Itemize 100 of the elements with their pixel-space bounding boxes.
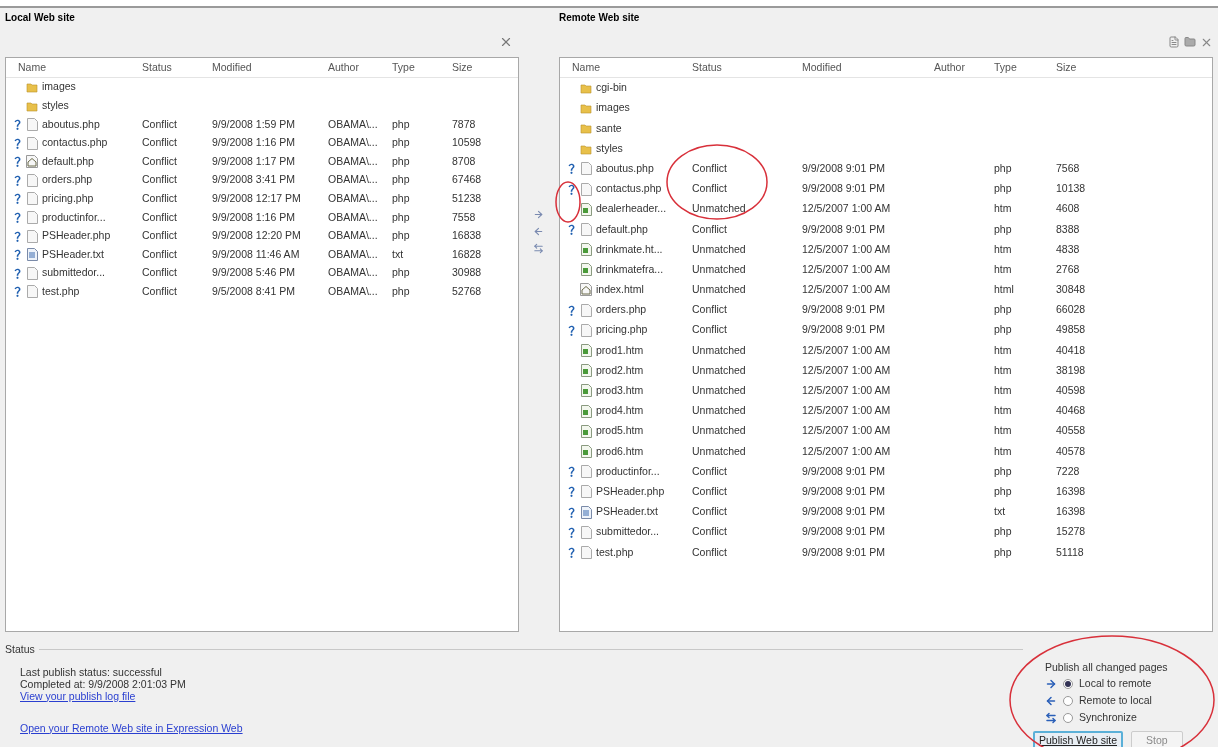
file-size: 30848 [1056,283,1086,296]
file-name[interactable]: styles [40,98,142,114]
file-size: 40598 [1056,384,1086,397]
file-status: Unmatched [692,343,746,356]
web-page-icon [580,243,592,257]
file-name[interactable]: test.php [594,544,692,561]
file-icon [26,118,38,131]
file-type: htm [994,262,1012,275]
file-status: Conflict [142,247,177,260]
file-status: Conflict [142,266,177,279]
file-name[interactable]: index.html [594,282,692,298]
file-status: Unmatched [692,384,746,397]
file-name[interactable]: dealerheader... [594,201,692,218]
column-header[interactable]: Author [934,59,994,76]
file-name[interactable]: prod6.htm [594,443,692,460]
file-name[interactable]: productinfor... [40,209,142,226]
file-size: 51238 [452,192,482,204]
open-site-link[interactable]: Open your Remote Web site in Expression Web [20,721,243,734]
radio-button[interactable] [1063,696,1073,707]
file-name[interactable]: cgi-bin [594,80,692,96]
log-file-link[interactable]: View your publish log file [20,689,136,702]
file-size: 40578 [1056,444,1086,457]
file-name[interactable]: pricing.php [594,322,692,339]
column-header[interactable]: Size [452,59,502,76]
radio-label[interactable]: Synchronize [1079,710,1137,727]
file-type: htm [994,404,1012,417]
file-name[interactable]: orders.php [40,172,142,189]
text-file-icon [580,505,592,519]
file-size: 40468 [1056,404,1086,417]
file-name[interactable]: images [40,79,142,96]
file-type: php [392,266,410,279]
file-name[interactable]: pricing.php [40,191,142,207]
file-size: 7558 [452,210,476,223]
file-name[interactable]: drinkmatefra... [594,261,692,278]
file-name[interactable]: orders.php [594,302,692,319]
action-button[interactable]: Publish Web site [1033,730,1123,747]
file-name[interactable]: submittedor... [594,524,692,541]
file-name[interactable]: aboutus.php [594,160,692,177]
radio-button[interactable] [1063,713,1073,724]
modified-date: 12/5/2007 1:00 AM [802,202,891,215]
right-arrow-icon[interactable] [532,208,544,220]
file-name[interactable]: default.php [40,153,142,170]
column-header[interactable]: Name [572,59,692,76]
sync-icon[interactable] [532,242,544,254]
column-header[interactable]: Author [328,59,392,76]
file-name[interactable]: prod2.htm [594,362,692,379]
file-name[interactable]: submittedor... [40,265,142,282]
column-header[interactable]: Type [994,59,1056,76]
file-name[interactable]: contactus.php [594,181,692,197]
web-page-icon [580,202,592,216]
column-header[interactable]: Size [1056,59,1116,76]
modified-date: 9/5/2008 8:41 PM [212,284,295,297]
file-name[interactable]: productinfor... [594,463,692,480]
column-header[interactable]: Status [142,59,212,76]
file-name[interactable]: PSHeader.txt [594,504,692,520]
column-header[interactable]: Modified [212,59,328,76]
modified-date: 9/9/2008 9:01 PM [802,464,885,477]
column-header[interactable]: Status [692,59,802,76]
file-size: 51118 [1056,545,1084,558]
file-type: htm [994,363,1012,376]
column-header[interactable]: Modified [802,59,934,76]
column-header[interactable]: Name [18,59,142,76]
file-name[interactable]: prod3.htm [594,383,692,399]
folder-icon[interactable] [1184,36,1196,48]
modified-date: 9/9/2008 9:01 PM [802,161,885,174]
folder-icon [580,82,592,95]
file-name[interactable]: PSHeader.php [40,228,142,244]
panel-title: Local Web site [5,11,76,25]
file-name[interactable]: PSHeader.txt [40,246,142,263]
file-status: Unmatched [692,444,746,457]
left-arrow-icon[interactable] [532,225,544,237]
close-icon[interactable] [499,35,513,49]
file-icon [580,222,592,236]
file-name[interactable]: images [594,100,692,117]
file-name[interactable]: prod5.htm [594,423,692,440]
radio-button[interactable] [1063,679,1073,690]
file-name[interactable]: drinkmate.ht... [594,241,692,258]
file-status: Conflict [692,484,727,497]
new-page-icon[interactable] [1168,36,1180,48]
file-name[interactable]: aboutus.php [40,116,142,133]
file-name[interactable]: prod4.htm [594,403,692,419]
file-size: 7568 [1056,161,1080,174]
file-status: Conflict [692,505,727,518]
file-size: 38198 [1056,363,1086,376]
folder-icon [26,81,38,94]
file-name[interactable]: PSHeader.php [594,483,692,500]
file-name[interactable]: styles [594,140,692,157]
file-name[interactable]: sante [594,120,692,137]
radio-label[interactable]: Remote to local [1079,693,1152,710]
file-name[interactable]: test.php [40,283,142,300]
file-icon [26,210,38,224]
file-status: Conflict [142,210,177,223]
file-name[interactable]: default.php [594,221,692,238]
text-file-icon [26,248,38,262]
file-name[interactable]: contactus.php [40,135,142,151]
radio-label[interactable]: Local to remote [1079,676,1152,693]
column-header[interactable]: Type [392,59,452,76]
file-type: txt [994,505,1006,518]
file-type: php [392,210,410,223]
file-name[interactable]: prod1.htm [594,342,692,359]
